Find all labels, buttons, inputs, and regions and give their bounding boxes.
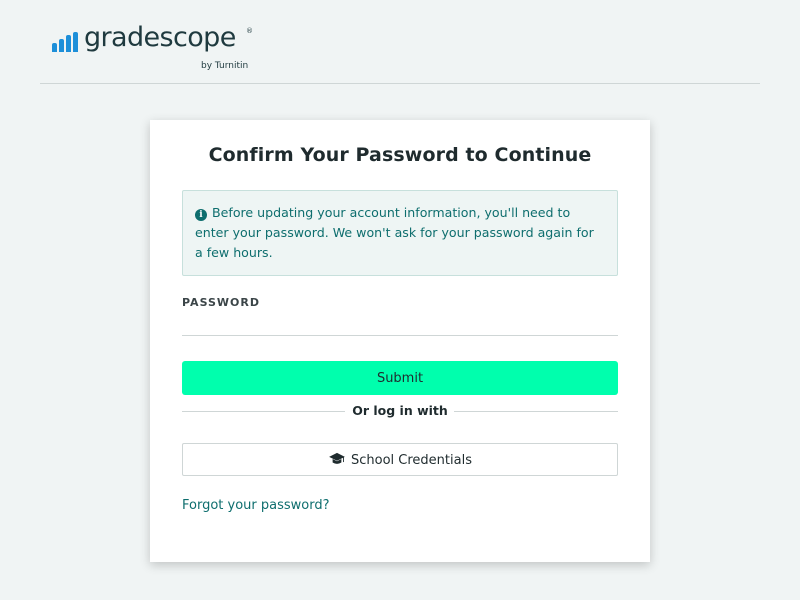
- or-divider: Or log in with: [182, 402, 618, 422]
- info-alert-text: Before updating your account information…: [195, 205, 594, 260]
- info-icon: i: [195, 209, 207, 221]
- confirm-password-card: Confirm Your Password to Continue i Befor…: [150, 120, 650, 562]
- school-credentials-button[interactable]: School Credentials: [182, 443, 618, 476]
- password-label: PASSWORD: [182, 296, 261, 309]
- logo-tagline: by Turnitin: [201, 61, 249, 71]
- logo-registered-mark: ®: [246, 27, 253, 35]
- graduation-cap-icon: [329, 452, 345, 464]
- page-header: gradescope ® by Turnitin: [40, 0, 760, 84]
- logo-bars-icon: [52, 32, 79, 52]
- page-title: Confirm Your Password to Continue: [208, 144, 592, 166]
- submit-button[interactable]: Submit: [182, 361, 618, 395]
- forgot-password-link[interactable]: Forgot your password?: [182, 498, 330, 513]
- info-alert: i Before updating your account informatio…: [182, 190, 618, 276]
- school-credentials-label: School Credentials: [351, 453, 472, 468]
- password-input[interactable]: [182, 314, 618, 336]
- gradescope-logo[interactable]: gradescope ® by Turnitin: [52, 22, 262, 78]
- logo-wordmark: gradescope: [84, 22, 236, 53]
- divider-text: Or log in with: [352, 403, 448, 418]
